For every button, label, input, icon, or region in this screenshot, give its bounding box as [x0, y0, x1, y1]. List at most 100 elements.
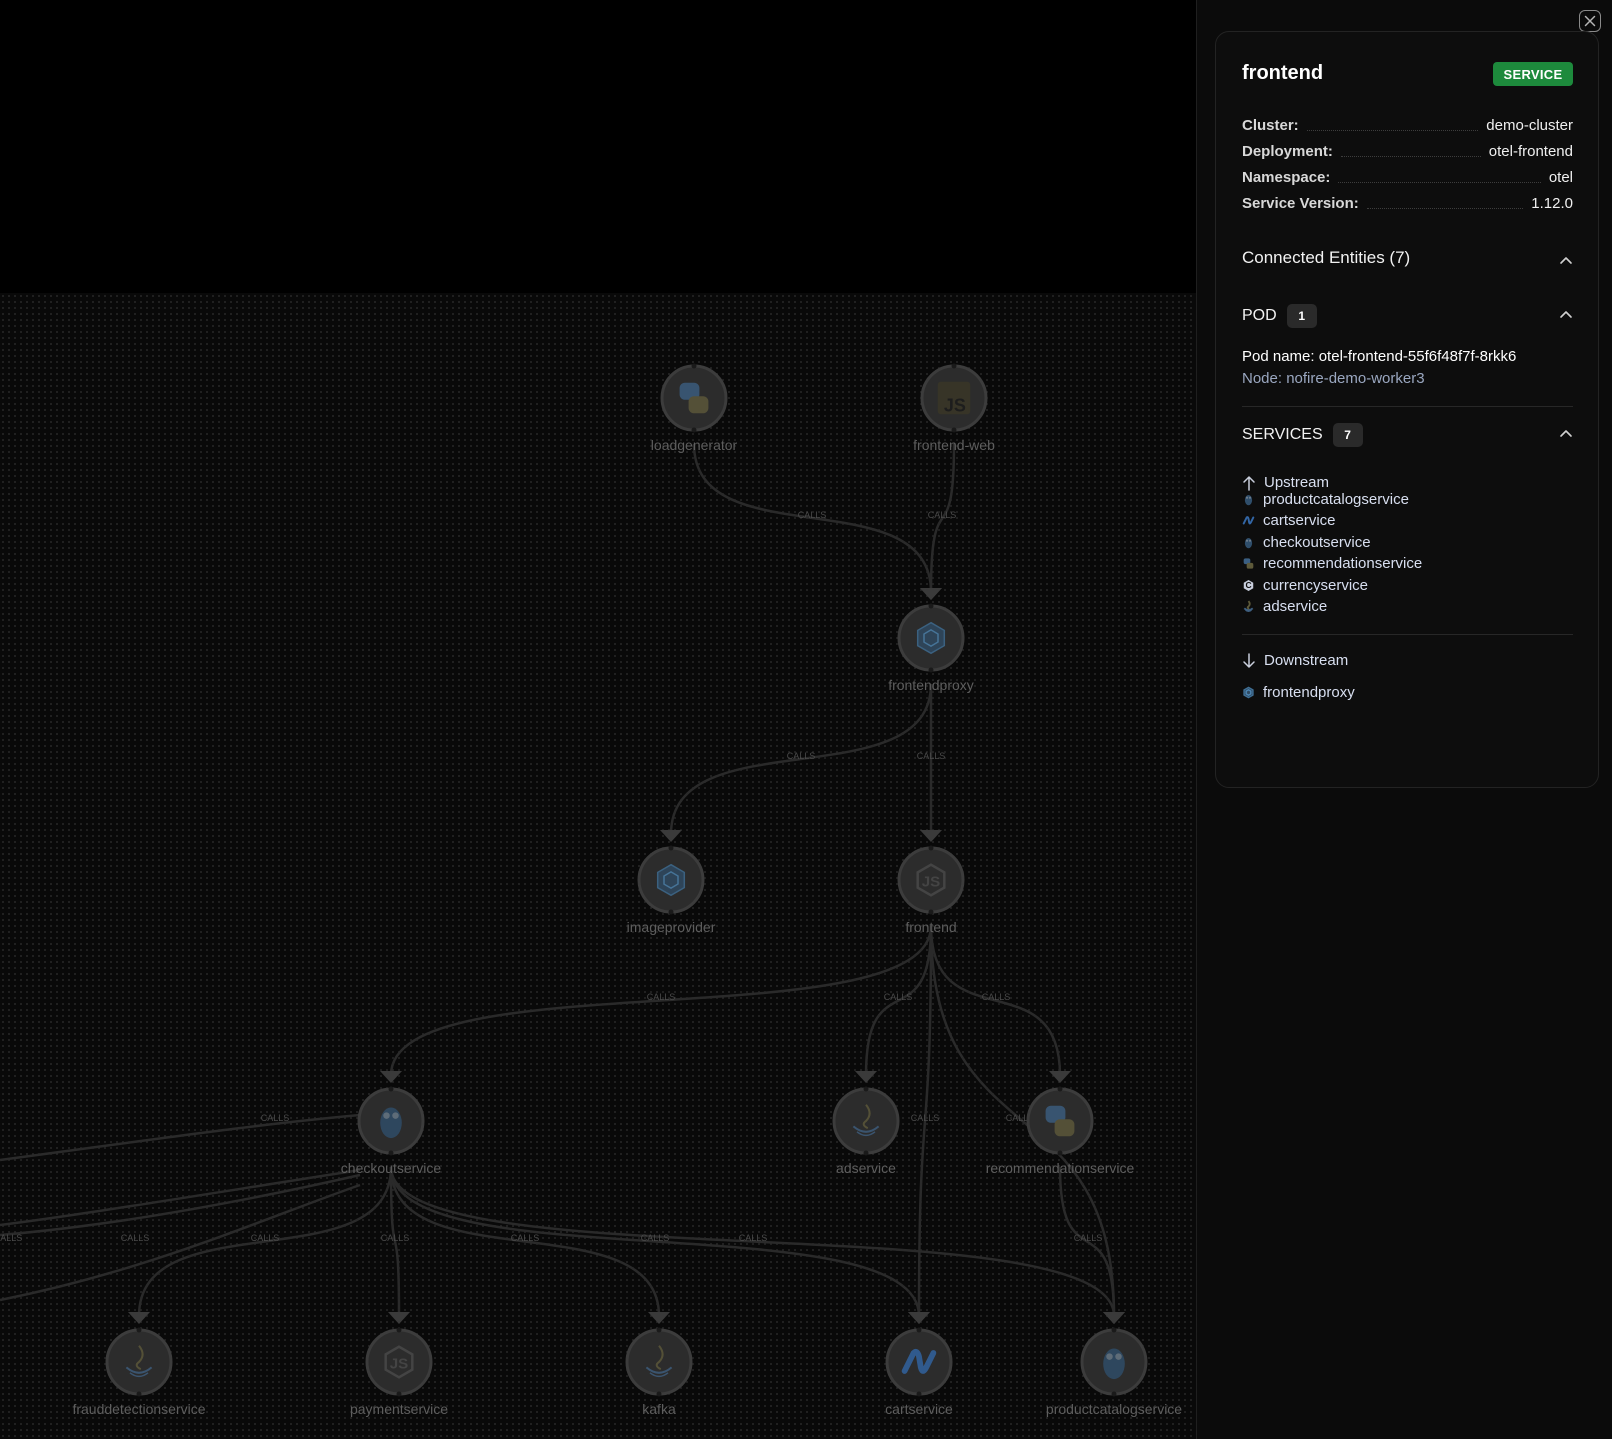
dotted-leader [1366, 208, 1524, 209]
call-edge[interactable] [0, 1183, 361, 1302]
chevron-up-icon [1560, 257, 1572, 264]
python-icon [1243, 558, 1254, 569]
detail-key: Service Version: [1242, 195, 1359, 212]
service-name: productcatalogservice [1263, 491, 1409, 508]
graph-node-paymentservice[interactable]: JS paymentservice [350, 1327, 448, 1418]
node-label: recommendationservice [986, 1160, 1135, 1176]
node-handle [136, 1391, 142, 1397]
edge-arrowhead [648, 1312, 670, 1324]
detail-value: demo-cluster [1486, 117, 1573, 134]
cpp-icon: C [1243, 579, 1254, 591]
connected-entities-toggle[interactable]: Connected Entities (7) [1242, 248, 1573, 272]
graph-node-adservice[interactable]: adservice [832, 1086, 900, 1177]
service-name: frontendproxy [1263, 684, 1355, 701]
detail-row-service-version: Service Version: 1.12.0 [1242, 192, 1573, 212]
pod-count-badge: 1 [1286, 304, 1317, 328]
go-gopher-icon [1103, 1348, 1125, 1380]
chevron-up-icon [1560, 311, 1572, 318]
node-label: adservice [836, 1160, 896, 1176]
call-edge[interactable] [0, 1113, 361, 1162]
chevron-up-icon [1560, 430, 1572, 437]
service-graph-canvas[interactable]: CALLS CALLS CALLS CALLS CALLS CALLS CALLS CALLS… [0, 0, 1196, 1439]
edge-label: CALLS [381, 1233, 410, 1243]
graph-node-imageprovider[interactable]: imageprovider [627, 845, 716, 936]
service-link-frontendproxy[interactable]: frontendproxy [1242, 684, 1355, 701]
pod-name-text[interactable]: Pod name: otel-frontend-55f6f48f7f-8rkk6 [1242, 348, 1516, 365]
edge-arrowhead [1049, 1071, 1071, 1083]
arrow-up-icon [1243, 475, 1255, 491]
edge-label: CALLS [884, 992, 913, 1002]
edge-label: CALLS [798, 510, 827, 520]
java-icon [1243, 600, 1254, 613]
detail-row-namespace: Namespace: otel [1242, 166, 1573, 186]
service-link-adservice[interactable]: adservice [1242, 598, 1327, 615]
node-handle [928, 603, 934, 609]
edge-label: CALLS [739, 1233, 768, 1243]
graph-node-checkoutservice[interactable]: checkoutservice [341, 1086, 442, 1177]
edge-label: CALLS [917, 751, 946, 761]
edge-label: CALLS [911, 1113, 940, 1123]
section-divider [1242, 406, 1573, 407]
node-handle [916, 1391, 922, 1397]
edge-arrowhead [660, 830, 682, 842]
service-graph[interactable]: CALLS CALLS CALLS CALLS CALLS CALLS CALLS CALLS… [0, 0, 1196, 1439]
service-link-checkoutservice[interactable]: checkoutservice [1242, 534, 1371, 551]
call-edge[interactable] [0, 1168, 361, 1227]
node-label: imageprovider [627, 919, 716, 935]
node-label: frontend [905, 919, 956, 935]
node-handle [916, 1327, 922, 1333]
envoy-icon [656, 863, 686, 897]
section-divider [1242, 634, 1573, 635]
edge-label: CALLS [121, 1233, 150, 1243]
service-name: cartservice [1263, 512, 1336, 530]
close-icon [1584, 15, 1596, 27]
envoy-icon [1243, 686, 1254, 699]
edge-arrowhead [908, 1312, 930, 1324]
node-handle [951, 363, 957, 369]
go-gopher-icon [1244, 494, 1253, 506]
service-link-currencyservice[interactable]: Ccurrencyservice [1242, 577, 1368, 594]
node-handle [863, 1086, 869, 1092]
edge-arrowhead [920, 830, 942, 842]
graph-node-cartservice[interactable]: cartservice [885, 1327, 953, 1418]
edge-label: CALLS [787, 751, 816, 761]
node-handle [656, 1391, 662, 1397]
svg-text:C: C [1245, 580, 1251, 590]
graph-node-productcatalogservice[interactable]: productcatalogservice [1046, 1327, 1182, 1418]
graph-node-frauddetectionservice[interactable]: frauddetectionservice [72, 1327, 206, 1418]
dotted-leader [1340, 156, 1481, 157]
arrow-down-icon [1243, 652, 1255, 668]
service-link-cartservice[interactable]: cartservice [1242, 512, 1336, 529]
services-section-toggle[interactable]: SERVICES 7 [1242, 423, 1573, 449]
graph-node-kafka[interactable]: kafka [625, 1327, 693, 1418]
detail-key: Namespace: [1242, 169, 1331, 186]
node-label: kafka [642, 1401, 676, 1417]
graph-node-loadgenerator[interactable]: loadgenerator [651, 363, 738, 454]
close-panel-button[interactable] [1579, 10, 1601, 32]
service-link-recommendationservice[interactable]: recommendationservice [1242, 555, 1422, 572]
graph-node-recommendationservice[interactable]: recommendationservice [986, 1086, 1135, 1177]
javascript-icon: JS [937, 381, 971, 416]
service-link-productcatalogservice[interactable]: productcatalogservice [1242, 491, 1409, 508]
graph-node-frontendproxy[interactable]: frontendproxy [888, 603, 974, 694]
dotnet-icon [1242, 516, 1255, 525]
node-handle [951, 427, 957, 433]
node-label: frontend-web [913, 437, 995, 453]
detail-value: otel [1548, 169, 1573, 186]
detail-key: Cluster: [1242, 117, 1299, 134]
svg-text:JS: JS [922, 873, 940, 890]
node-handle [863, 1150, 869, 1156]
edge-label: CALLS [1074, 1233, 1103, 1243]
service-name: checkoutservice [1263, 533, 1371, 551]
graph-node-frontend-web[interactable]: JS frontend-web [913, 363, 995, 454]
pod-section-toggle[interactable]: POD 1 [1242, 304, 1573, 330]
node-label: checkoutservice [341, 1160, 442, 1176]
envoy-icon [916, 621, 946, 655]
graph-node-frontend[interactable]: JS frontend [897, 845, 965, 936]
edge-arrowhead [1103, 1312, 1125, 1324]
svg-text:JS: JS [944, 396, 966, 416]
node-handle [1057, 1150, 1063, 1156]
node-handle [928, 909, 934, 915]
edge-arrowhead [380, 1071, 402, 1083]
detail-value: 1.12.0 [1531, 195, 1573, 212]
